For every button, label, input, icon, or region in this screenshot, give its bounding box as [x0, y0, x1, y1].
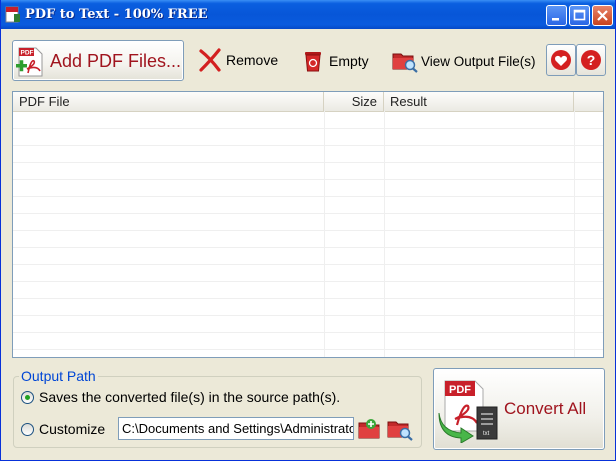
table-row [13, 179, 603, 197]
recycle-bin-icon [305, 52, 321, 72]
table-row [13, 230, 603, 248]
column-header-result[interactable]: Result [384, 92, 574, 111]
maximize-icon [573, 9, 586, 21]
remove-label: Remove [226, 52, 279, 68]
minimize-icon [552, 18, 559, 21]
title-bar[interactable]: PDF to Text - 100% FREE [1, 0, 615, 29]
close-button[interactable] [592, 5, 613, 26]
customize-radio[interactable] [21, 423, 34, 436]
view-output-files-label: View Output File(s) [421, 53, 536, 69]
table-row [13, 298, 603, 316]
column-divider [574, 111, 575, 357]
red-x-icon [199, 48, 221, 72]
svg-text:PDF: PDF [21, 50, 34, 57]
add-pdf-files-label: Add PDF Files... [50, 51, 182, 71]
help-button[interactable]: ? [576, 44, 606, 76]
output-path-input[interactable]: C:\Documents and Settings\Administrator [118, 417, 354, 440]
empty-button[interactable]: Empty [303, 49, 369, 73]
browse-folder-button[interactable] [358, 417, 382, 441]
heart-icon [551, 50, 571, 70]
column-divider [324, 111, 325, 357]
pdf-add-icon: PDF [16, 47, 48, 80]
table-row [13, 145, 603, 163]
pdf-app-icon [5, 6, 21, 23]
window-title: PDF to Text - 100% FREE [25, 7, 208, 22]
source-path-radio[interactable] [21, 391, 34, 404]
folder-search-icon [387, 421, 413, 441]
convert-all-button[interactable]: PDF txt Convert All [433, 368, 605, 450]
pdf-to-text-icon: PDF txt [437, 377, 503, 446]
table-row [13, 332, 603, 350]
empty-label: Empty [329, 53, 369, 69]
file-list-header: PDF File Size Result [13, 92, 603, 112]
convert-all-label: Convert All [504, 399, 587, 418]
close-icon [597, 10, 608, 21]
open-output-folder-button[interactable] [387, 417, 413, 441]
table-row [13, 196, 603, 214]
pdf-file-list[interactable]: PDF File Size Result [12, 91, 604, 358]
maximize-button[interactable] [569, 5, 590, 26]
folder-add-icon [358, 419, 380, 439]
column-header-size[interactable]: Size [324, 92, 384, 111]
heart-button[interactable] [546, 44, 576, 76]
view-output-files-button[interactable]: View Output File(s) [392, 49, 536, 73]
customize-option-label[interactable]: Customize [39, 421, 105, 437]
table-row [13, 111, 603, 129]
table-row [13, 128, 603, 146]
txt-badge-text: txt [483, 431, 490, 437]
column-divider [384, 111, 385, 357]
folder-search-icon [392, 53, 418, 73]
table-row [13, 162, 603, 180]
table-row [13, 264, 603, 282]
help-icon: ? [581, 50, 601, 70]
column-header-filler [574, 92, 603, 111]
svg-text:?: ? [587, 52, 596, 68]
column-header-pdf-file[interactable]: PDF File [13, 92, 324, 111]
output-path-group-title: Output Path [19, 368, 98, 384]
add-pdf-files-button[interactable]: PDF Add PDF Files... [12, 40, 184, 81]
pdf-badge-text: PDF [449, 384, 471, 396]
table-row [13, 281, 603, 299]
app-window: PDF to Text - 100% FREE PDF Add PDF File… [0, 0, 616, 461]
table-row [13, 213, 603, 231]
source-path-option-label[interactable]: Saves the converted file(s) in the sourc… [39, 389, 340, 405]
table-row [13, 247, 603, 265]
table-row [13, 315, 603, 333]
minimize-button[interactable] [546, 5, 567, 26]
remove-button[interactable]: Remove [198, 48, 278, 72]
